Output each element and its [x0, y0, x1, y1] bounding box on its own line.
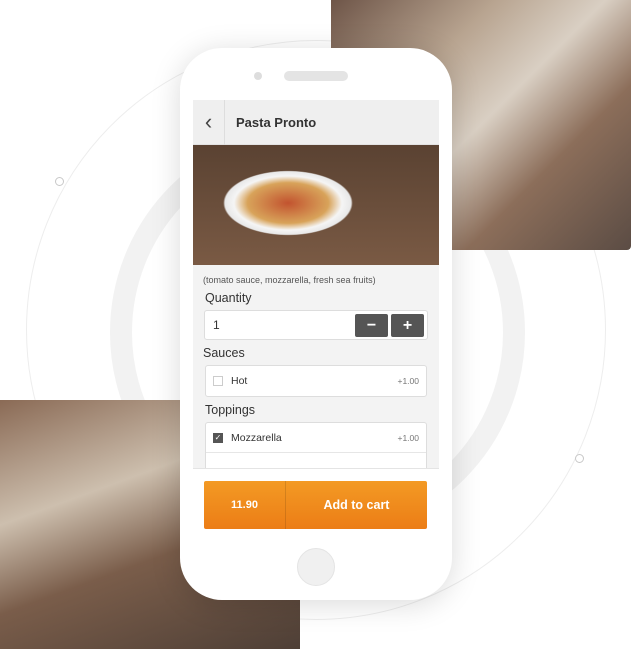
option-mozzarella[interactable]: ✓ Mozzarella +1.00	[206, 423, 426, 453]
option-name: Hot	[231, 375, 248, 387]
increment-button[interactable]: +	[391, 314, 424, 337]
checkbox-checked[interactable]: ✓	[213, 432, 223, 443]
page-title: Pasta Pronto	[236, 114, 317, 130]
cart-bar: 11.90 Add to cart	[193, 468, 439, 537]
decorative-dot	[575, 454, 584, 463]
app-header: ‹ Pasta Pronto	[193, 100, 439, 145]
option-price: +1.00	[397, 432, 419, 443]
phone-home-button[interactable]	[297, 548, 335, 586]
product-description: (tomato sauce, mozzarella, fresh sea fru…	[203, 275, 376, 285]
checkbox[interactable]	[213, 376, 223, 386]
decrement-button[interactable]: −	[355, 314, 388, 337]
pasta-image	[193, 145, 439, 265]
option-hot[interactable]: Hot +1.00	[206, 366, 426, 396]
chevron-left-icon: ‹	[204, 109, 213, 134]
phone-speaker	[284, 71, 348, 81]
quantity-stepper: 1 − +	[204, 310, 428, 340]
option-price: +1.00	[397, 376, 419, 386]
back-button[interactable]: ‹	[193, 100, 225, 145]
sauces-list: Hot +1.00	[205, 365, 427, 397]
sauces-label: Sauces	[203, 346, 245, 360]
phone-camera	[254, 72, 262, 80]
app-screen: ‹ Pasta Pronto (tomato sauce, mozzarella…	[193, 100, 439, 537]
quantity-input[interactable]: 1	[213, 318, 220, 332]
cart-total: 11.90	[204, 481, 286, 529]
quantity-label: Quantity	[205, 291, 252, 305]
toppings-label: Toppings	[205, 403, 256, 417]
add-to-cart-label: Add to cart	[323, 498, 390, 512]
add-to-cart-button[interactable]: 11.90 Add to cart	[204, 481, 427, 529]
decorative-dot	[55, 177, 64, 186]
option-name: Mozzarella	[231, 431, 282, 444]
